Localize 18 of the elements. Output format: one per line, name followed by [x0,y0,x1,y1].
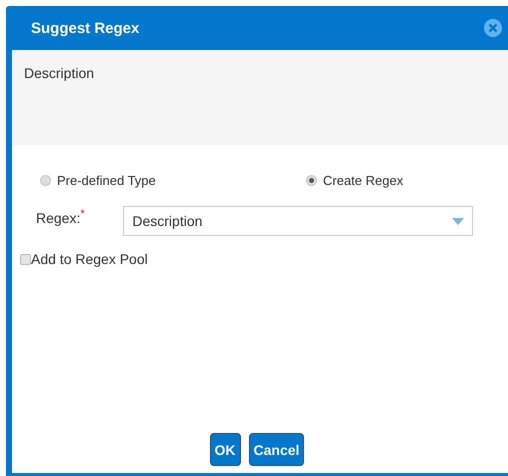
radio-label: Create Regex [323,173,404,188]
checkbox-label: Add to Regex Pool [31,251,148,267]
regex-dropdown[interactable]: Description [123,206,474,236]
radio-option[interactable]: Pre-defined Type [40,173,306,188]
checkbox[interactable] [20,254,31,264]
description-area[interactable]: Description [12,50,508,145]
regex-label: Regex: [36,210,80,226]
cancel-button[interactable]: Cancel [248,433,304,466]
close-icon[interactable] [484,19,502,37]
caret-icon [452,218,464,224]
required-mark: * [80,208,86,220]
radio-button[interactable] [306,175,317,186]
radio-button[interactable] [40,175,51,186]
radio-label: Pre-defined Type [57,173,156,188]
radio-option[interactable]: Create Regex [306,173,404,188]
window-title: Suggest Regex [31,20,140,36]
dropdown-value: Description [132,213,202,229]
ok-button[interactable]: OK [210,433,241,466]
